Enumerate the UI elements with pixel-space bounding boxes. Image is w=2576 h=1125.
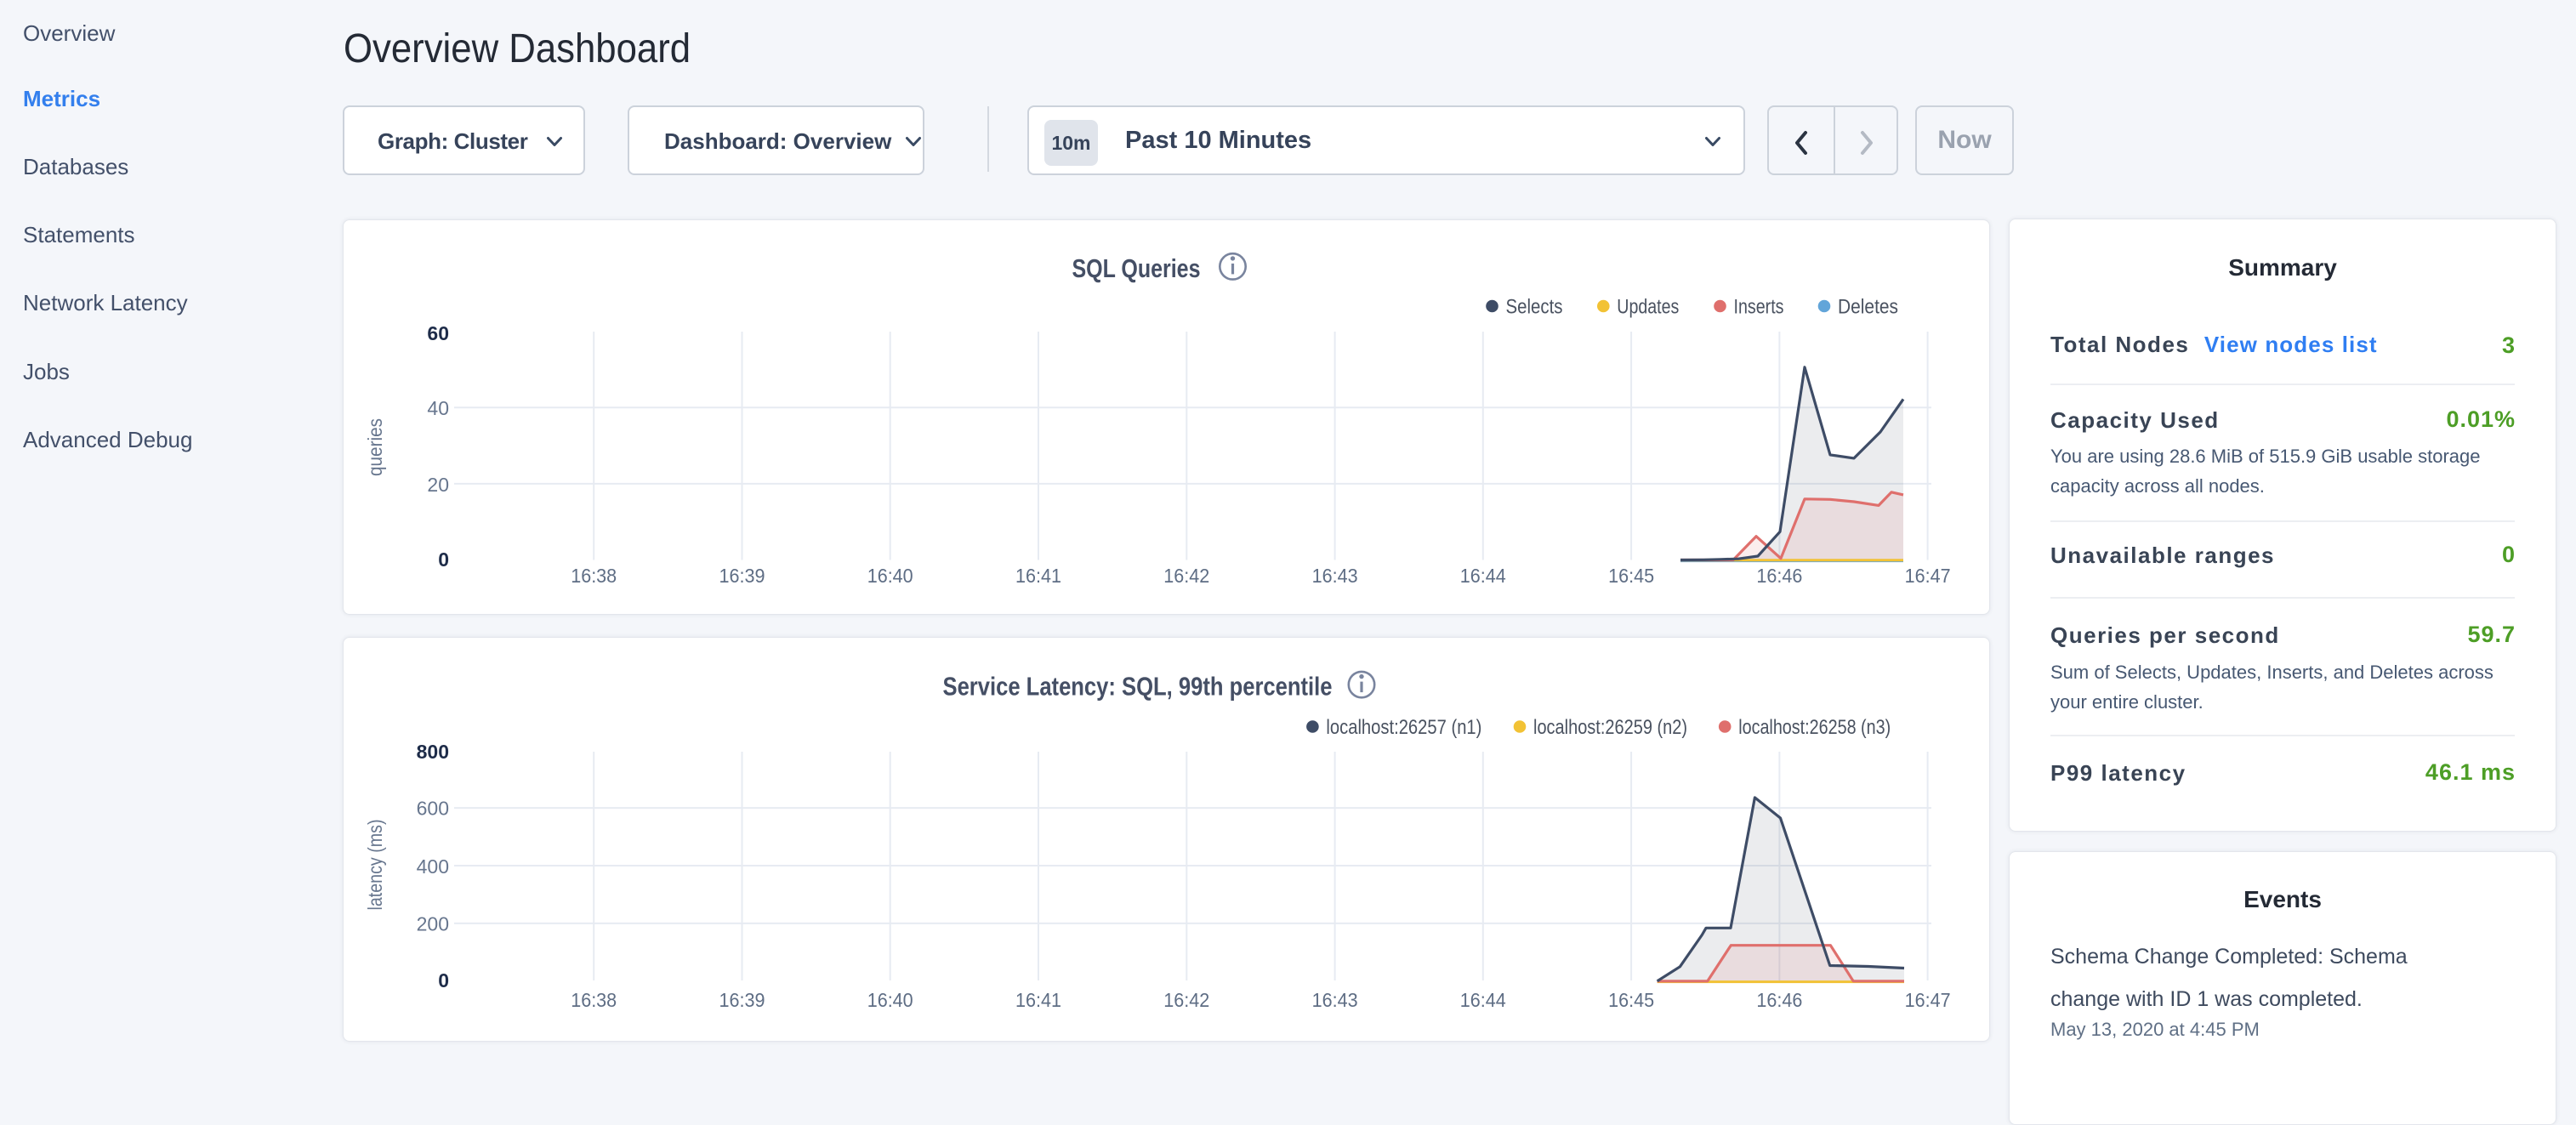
svg-text:SQL Queries: SQL Queries	[1072, 253, 1201, 283]
svg-text:16:40: 16:40	[867, 989, 913, 1011]
svg-text:16:45: 16:45	[1608, 565, 1654, 587]
svg-text:800: 800	[417, 741, 449, 763]
svg-text:16:44: 16:44	[1460, 989, 1506, 1011]
svg-text:localhost:26259 (n2): localhost:26259 (n2)	[1533, 716, 1687, 739]
svg-text:16:47: 16:47	[1905, 565, 1951, 587]
svg-text:16:41: 16:41	[1015, 565, 1061, 587]
svg-text:16:43: 16:43	[1312, 565, 1358, 587]
svg-text:16:39: 16:39	[719, 989, 765, 1011]
svg-text:Service Latency: SQL, 99th per: Service Latency: SQL, 99th percentile	[943, 672, 1333, 702]
svg-text:16:46: 16:46	[1756, 989, 1802, 1011]
svg-text:16:39: 16:39	[719, 565, 765, 587]
svg-text:16:47: 16:47	[1905, 989, 1951, 1011]
svg-text:400: 400	[417, 855, 449, 878]
svg-text:40: 40	[427, 397, 449, 419]
svg-text:Selects: Selects	[1506, 296, 1563, 319]
svg-text:16:42: 16:42	[1163, 989, 1209, 1011]
svg-text:600: 600	[417, 798, 449, 820]
svg-text:0: 0	[438, 548, 449, 571]
svg-text:0: 0	[438, 969, 449, 991]
svg-text:queries: queries	[364, 418, 386, 476]
svg-text:16:46: 16:46	[1756, 565, 1802, 587]
svg-text:16:38: 16:38	[571, 565, 617, 587]
svg-text:Updates: Updates	[1617, 296, 1679, 319]
svg-text:16:38: 16:38	[571, 989, 617, 1011]
svg-text:16:44: 16:44	[1460, 565, 1506, 587]
svg-text:Inserts: Inserts	[1734, 296, 1784, 319]
svg-text:16:41: 16:41	[1015, 989, 1061, 1011]
svg-text:60: 60	[427, 322, 449, 344]
svg-text:localhost:26257 (n1): localhost:26257 (n1)	[1326, 716, 1481, 739]
svg-text:latency (ms): latency (ms)	[364, 820, 386, 911]
svg-text:Deletes: Deletes	[1838, 296, 1898, 319]
svg-text:16:42: 16:42	[1163, 565, 1209, 587]
svg-text:20: 20	[427, 474, 449, 496]
svg-text:16:43: 16:43	[1312, 989, 1358, 1011]
svg-text:16:45: 16:45	[1608, 989, 1654, 1011]
svg-text:16:40: 16:40	[867, 565, 913, 587]
svg-text:200: 200	[417, 913, 449, 935]
svg-text:localhost:26258 (n3): localhost:26258 (n3)	[1738, 716, 1891, 739]
